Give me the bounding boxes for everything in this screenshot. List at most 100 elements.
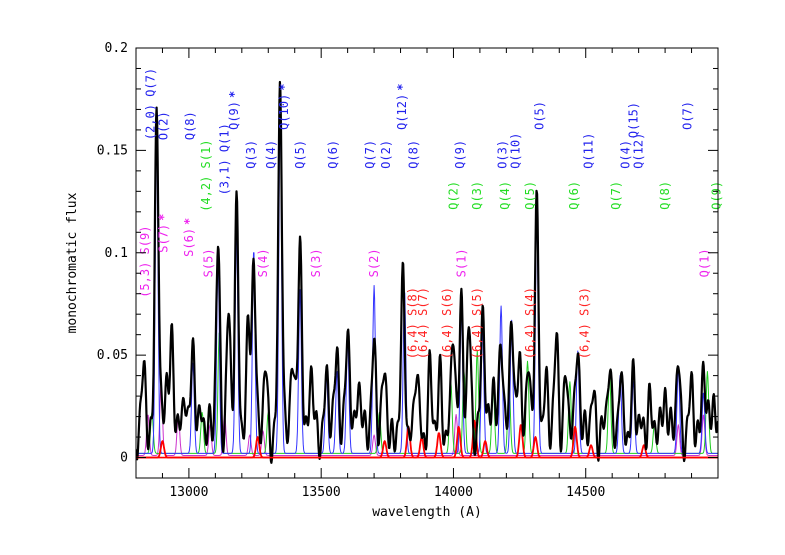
- line-label-text: (6,4) S(5): [470, 287, 484, 359]
- line-labels-layer: (2,0) Q(7) O(2) Q(8) Q(9)*(3,1) Q(1) Q(3) Q(4…: [138, 68, 723, 359]
- line-label: O(7): [681, 101, 695, 130]
- line-label: S(1): [454, 248, 468, 277]
- line-label-text: Q(5): [293, 140, 307, 169]
- line-label-text: Q(2): [446, 181, 460, 210]
- line-label-text: Q(9): [453, 140, 467, 169]
- line-label-asterisk: *: [277, 84, 291, 91]
- line-label-text: (2,0) Q(7): [144, 68, 158, 140]
- line-label: Q(9): [710, 181, 724, 210]
- line-label: O(3): [495, 140, 509, 169]
- line-label: Q(8): [183, 111, 197, 140]
- line-label: Q(6): [567, 181, 581, 210]
- line-label: S(5): [202, 248, 216, 277]
- line-label: O(4): [618, 140, 632, 169]
- line-label: S(3): [309, 248, 323, 277]
- line-label-text: Q(10): [509, 133, 523, 169]
- line-label-asterisk: *: [157, 214, 171, 221]
- line-label: Q(8): [658, 181, 672, 210]
- line-label: Q(3): [244, 140, 258, 169]
- spectrum-chart: (2,0) Q(7) O(2) Q(8) Q(9)*(3,1) Q(1) Q(3) Q(4…: [65, 41, 724, 520]
- line-label-text: O(5): [532, 101, 546, 130]
- line-label-asterisk: *: [395, 84, 409, 91]
- line-label-text: S(5): [202, 248, 216, 277]
- line-label: Q(10) *: [277, 84, 291, 130]
- line-label-text: O(2): [157, 111, 171, 140]
- line-label: S(4): [256, 248, 270, 277]
- y-tick-label: 0.2: [105, 41, 128, 56]
- line-label-text: S(3): [309, 248, 323, 277]
- line-label: S(2): [367, 248, 381, 277]
- line-label: (6,4) S(5): [470, 287, 484, 359]
- line-label: Q(7): [363, 140, 377, 169]
- line-label: Q(11): [581, 133, 595, 169]
- line-label: Q(4): [264, 140, 278, 169]
- line-label-text: S(6): [182, 228, 196, 257]
- line-label-text: Q(8): [407, 140, 421, 169]
- line-label: Q(8): [407, 140, 421, 169]
- line-label: Q(3): [470, 181, 484, 210]
- line-label: Q(5): [293, 140, 307, 169]
- line-label: Q(9): [453, 140, 467, 169]
- x-tick-label: 14500: [566, 485, 605, 500]
- y-tick-label: 0.15: [97, 143, 128, 158]
- line-label: S(7) *: [157, 214, 171, 253]
- line-label-text: (6,4) S(6): [440, 287, 454, 359]
- x-tick-label: 13000: [169, 485, 208, 500]
- line-label: Q(4): [498, 181, 512, 210]
- line-label-text: Q(7): [609, 181, 623, 210]
- line-label: O(5): [532, 101, 546, 130]
- line-label-text: Q(8): [183, 111, 197, 140]
- x-axis-label: wavelength (A): [372, 505, 482, 520]
- y-axis-label: monochromatic flux: [65, 192, 80, 333]
- line-label-text: (6,4) S(3): [577, 287, 591, 359]
- line-label: (6,4) S(7): [416, 287, 430, 359]
- line-label-text: Q(12): [395, 94, 409, 130]
- line-label: Q(15): [626, 102, 640, 138]
- line-label: Q(6): [326, 140, 340, 169]
- line-label-text: S(4): [256, 248, 270, 277]
- y-tick-label: 0: [120, 451, 128, 466]
- line-label-text: S(7): [157, 224, 171, 253]
- line-label-text: Q(15): [626, 102, 640, 138]
- line-label-text: Q(12): [632, 133, 646, 169]
- line-label-text: O(7): [681, 101, 695, 130]
- y-tick-label: 0.05: [97, 348, 128, 363]
- x-tick-label: 13500: [302, 485, 341, 500]
- line-label-text: Q(6): [567, 181, 581, 210]
- line-label-text: O(4): [618, 140, 632, 169]
- line-label: (6,4) S(6): [440, 287, 454, 359]
- x-tick-label: 14000: [434, 485, 473, 500]
- line-label: (6,4) S(4): [523, 287, 537, 359]
- line-label: O(2): [157, 111, 171, 140]
- line-label-text: Q(6): [326, 140, 340, 169]
- line-label: S(6) *: [182, 218, 196, 257]
- line-label: (2,0) Q(7): [144, 68, 158, 140]
- line-label-text: O(2): [379, 140, 393, 169]
- line-label: (3,1) Q(1): [218, 123, 232, 195]
- line-label: Q(10): [509, 133, 523, 169]
- line-label-text: O(3): [495, 140, 509, 169]
- line-label-text: S(2): [367, 248, 381, 277]
- line-label-text: Q(7): [363, 140, 377, 169]
- line-label: Q(7): [609, 181, 623, 210]
- line-label-text: Q(4): [264, 140, 278, 169]
- line-label: (5,3) S(9): [138, 226, 152, 298]
- line-label-text: (3,1) Q(1): [218, 123, 232, 195]
- line-label-text: (6,4) S(4): [523, 287, 537, 359]
- line-label: Q(2): [446, 181, 460, 210]
- line-label-text: Q(8): [658, 181, 672, 210]
- line-label-text: S(1): [454, 248, 468, 277]
- line-label-text: Q(3): [470, 181, 484, 210]
- y-tick-label: 0.1: [105, 246, 128, 261]
- line-label: Q(5): [523, 181, 537, 210]
- line-label-text: Q(10): [277, 94, 291, 130]
- line-label-text: Q(3): [244, 140, 258, 169]
- line-label: Q(12): [632, 133, 646, 169]
- line-label-text: Q(4): [498, 181, 512, 210]
- line-label-text: (6,4) S(7): [416, 287, 430, 359]
- line-label: Q(12) *: [395, 84, 409, 130]
- line-label-text: (5,3) S(9): [138, 226, 152, 298]
- line-label-text: Q(9): [710, 181, 724, 210]
- line-label: (6,4) S(3): [577, 287, 591, 359]
- line-label-text: (4,2) S(1): [199, 140, 213, 212]
